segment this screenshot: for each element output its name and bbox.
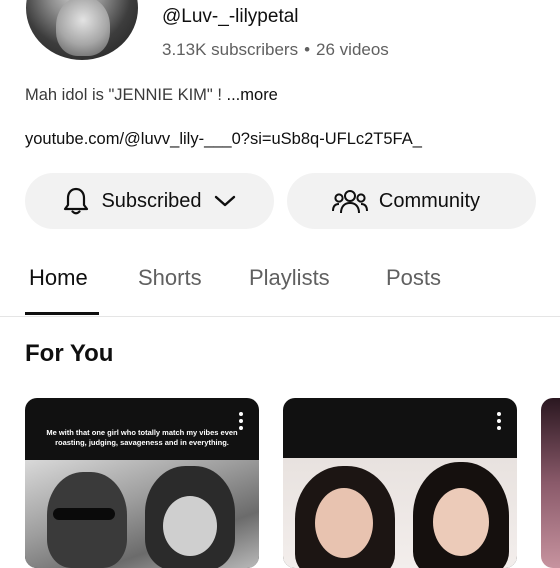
subscribed-button[interactable]: Subscribed [25, 173, 274, 229]
more-vert-icon[interactable] [497, 412, 503, 433]
channel-tabs: Home Shorts Playlists Posts [0, 262, 560, 317]
community-label: Community [378, 189, 481, 212]
channel-stats: 3.13K subscribers • 26 videos [162, 40, 389, 60]
video-card[interactable] [283, 398, 517, 568]
stats-separator: • [304, 40, 311, 59]
chevron-down-icon [214, 194, 236, 208]
active-tab-indicator [25, 312, 99, 315]
tab-posts[interactable]: Posts [386, 265, 441, 291]
video-count: 26 videos [316, 40, 389, 59]
channel-avatar[interactable] [26, 0, 138, 60]
subscriber-count: 3.13K subscribers [162, 40, 299, 59]
channel-bio[interactable]: Mah idol is "JENNIE KIM" ! ...more [25, 86, 278, 105]
subscribed-label: Subscribed [101, 189, 202, 212]
video-thumbnail [283, 458, 517, 568]
bell-icon [63, 186, 89, 216]
video-card-partial[interactable] [541, 398, 560, 568]
video-card[interactable]: Me with that one girl who totally match … [25, 398, 259, 568]
channel-link[interactable]: youtube.com/@luvv_lily-___0?si=uSb8q-UFL… [25, 130, 422, 149]
video-caption: Me with that one girl who totally match … [46, 428, 238, 447]
tab-shorts[interactable]: Shorts [138, 265, 202, 291]
bio-more-link[interactable]: ...more [227, 86, 278, 104]
bio-text: Mah idol is "JENNIE KIM" ! [25, 86, 227, 104]
tab-home[interactable]: Home [29, 265, 88, 291]
tab-playlists[interactable]: Playlists [249, 265, 330, 291]
community-icon [331, 187, 369, 215]
community-button[interactable]: Community [287, 173, 536, 229]
video-thumbnail [25, 460, 259, 568]
section-title: For You [25, 340, 114, 367]
channel-handle: @Luv-_-lilypetal [162, 6, 299, 27]
